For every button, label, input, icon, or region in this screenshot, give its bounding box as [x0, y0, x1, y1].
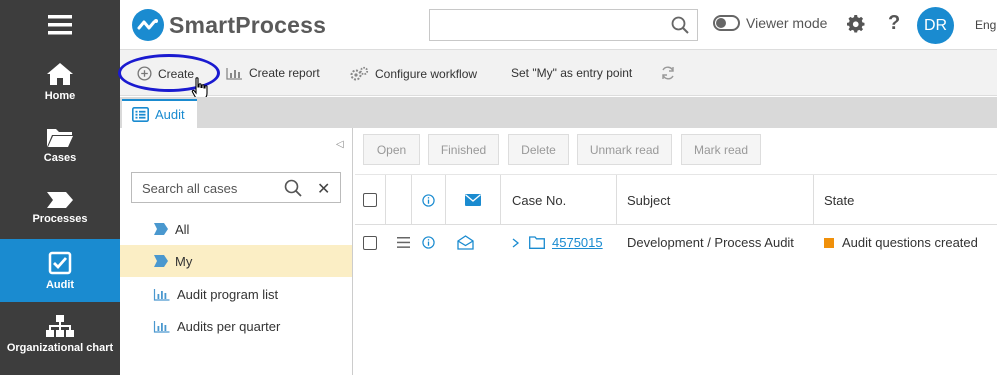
nav-item-audit[interactable]: Audit — [0, 239, 120, 302]
filter-item-label: Audit program list — [177, 286, 279, 302]
row-checkbox[interactable] — [363, 235, 377, 250]
tab-audit[interactable]: Audit — [122, 99, 197, 128]
nav-item-label: Home — [44, 89, 76, 102]
nav-item-label: Audit — [45, 278, 75, 291]
flag-icon — [154, 223, 168, 235]
avatar[interactable]: DR — [917, 7, 954, 44]
toolbar: Create Create report Configure workflow … — [120, 50, 997, 96]
mail-column — [446, 175, 501, 225]
nav-item-cases[interactable]: Cases — [0, 113, 120, 176]
delete-button[interactable]: Delete — [508, 134, 569, 165]
column-state[interactable]: State — [814, 175, 997, 225]
mark-read-button[interactable]: Mark read — [681, 134, 761, 165]
column-subject[interactable]: Subject — [617, 175, 814, 225]
brand-name: SmartProcess — [169, 11, 327, 38]
configure-workflow-label: Configure workflow — [375, 67, 478, 81]
create-report-label: Create report — [249, 66, 320, 80]
filter-item-label: Audits per quarter — [177, 318, 281, 334]
filter-item-all[interactable]: All — [120, 213, 352, 245]
nav-item-home[interactable]: Home — [0, 50, 120, 113]
open-envelope-icon[interactable] — [457, 226, 474, 259]
gears-icon — [350, 66, 369, 81]
select-all-checkbox[interactable] — [363, 193, 377, 207]
create-report-button[interactable]: Create report — [226, 66, 320, 80]
clear-icon[interactable]: ✕ — [317, 179, 330, 199]
flag-icon — [154, 255, 168, 267]
nav-item-label: Organizational chart — [6, 341, 114, 354]
help-icon[interactable]: ? — [888, 12, 900, 35]
open-button[interactable]: Open — [363, 134, 420, 165]
state-label: Audit questions created — [842, 235, 978, 250]
row-info-icon[interactable] — [422, 226, 435, 259]
search-cases-placeholder: Search all cases — [142, 181, 238, 196]
table-header: Case No. Subject State — [355, 174, 997, 225]
folder-outline-icon — [529, 226, 545, 259]
logo[interactable]: SmartProcess — [132, 9, 326, 41]
case-filter-panel: ◁ Search all cases ✕ All My Audit progra… — [120, 128, 353, 375]
refresh-icon[interactable] — [660, 65, 682, 81]
nav-item-processes[interactable]: Processes — [0, 176, 120, 239]
filter-item-label: My — [175, 253, 193, 269]
state-cell: Audit questions created — [824, 226, 978, 259]
bar-chart-icon — [226, 67, 242, 80]
home-icon — [47, 62, 73, 85]
process-arrow-icon — [47, 191, 73, 208]
nav-item-label: Processes — [32, 212, 88, 225]
bar-chart-icon — [153, 320, 170, 333]
search-cases-input[interactable]: Search all cases ✕ — [131, 172, 341, 203]
case-list-pane: Open Finished Delete Unmark read Mark re… — [355, 128, 997, 375]
state-color-badge — [824, 237, 834, 248]
case-number-link[interactable]: 4575015 — [552, 226, 603, 259]
org-chart-icon — [46, 314, 74, 337]
checkbox-icon — [48, 251, 72, 274]
list-icon — [132, 107, 149, 122]
search-icon[interactable] — [671, 16, 689, 34]
collapse-panel-icon[interactable]: ◁ — [336, 139, 344, 150]
viewer-mode-label: Viewer mode — [746, 15, 828, 31]
global-search-input[interactable] — [429, 9, 698, 41]
set-my-entry-point-button[interactable]: Set "My" as entry point — [511, 66, 632, 80]
filter-item-audits-per-quarter[interactable]: Audits per quarter — [120, 310, 352, 342]
nav-item-organizational-chart[interactable]: Organizational chart — [0, 302, 120, 365]
tab-strip: Audit — [120, 97, 997, 128]
header-bar: SmartProcess Viewer mode ? DR Eng — [120, 0, 997, 50]
info-column — [412, 175, 446, 225]
language-selector[interactable]: Eng — [975, 18, 996, 32]
unmark-read-button[interactable]: Unmark read — [577, 134, 672, 165]
filter-item-audit-program-list[interactable]: Audit program list — [120, 278, 352, 310]
row-menu-icon[interactable] — [397, 226, 410, 259]
logo-icon — [132, 9, 164, 41]
select-all-column — [355, 175, 386, 225]
row-select-cell — [363, 226, 377, 259]
menu-column — [386, 175, 412, 225]
info-icon — [422, 193, 435, 207]
set-my-entry-label: Set "My" as entry point — [511, 66, 633, 80]
toggle-switch[interactable] — [713, 15, 740, 31]
case-link-text[interactable]: 4575015 — [552, 235, 603, 250]
tab-label: Audit — [155, 107, 185, 122]
folder-icon — [47, 128, 73, 147]
bar-chart-icon — [153, 288, 170, 301]
subject-cell: Development / Process Audit — [627, 235, 794, 250]
table-row[interactable]: 4575015 Development / Process Audit Audi… — [355, 226, 997, 259]
configure-workflow-button[interactable]: Configure workflow — [350, 66, 477, 82]
gear-icon[interactable] — [847, 15, 866, 34]
envelope-icon — [465, 194, 481, 206]
nav-item-label: Cases — [43, 151, 77, 164]
search-icon[interactable] — [284, 179, 302, 197]
column-case-no[interactable]: Case No. — [501, 175, 617, 225]
expand-chevron-icon[interactable] — [512, 226, 520, 259]
filter-item-my[interactable]: My — [120, 245, 352, 277]
viewer-mode-toggle[interactable]: Viewer mode — [713, 15, 827, 31]
left-navigation: Home Cases Processes Audit Organizationa… — [0, 0, 120, 375]
finished-button[interactable]: Finished — [428, 134, 499, 165]
menu-icon[interactable] — [0, 0, 120, 50]
filter-item-label: All — [175, 221, 190, 237]
